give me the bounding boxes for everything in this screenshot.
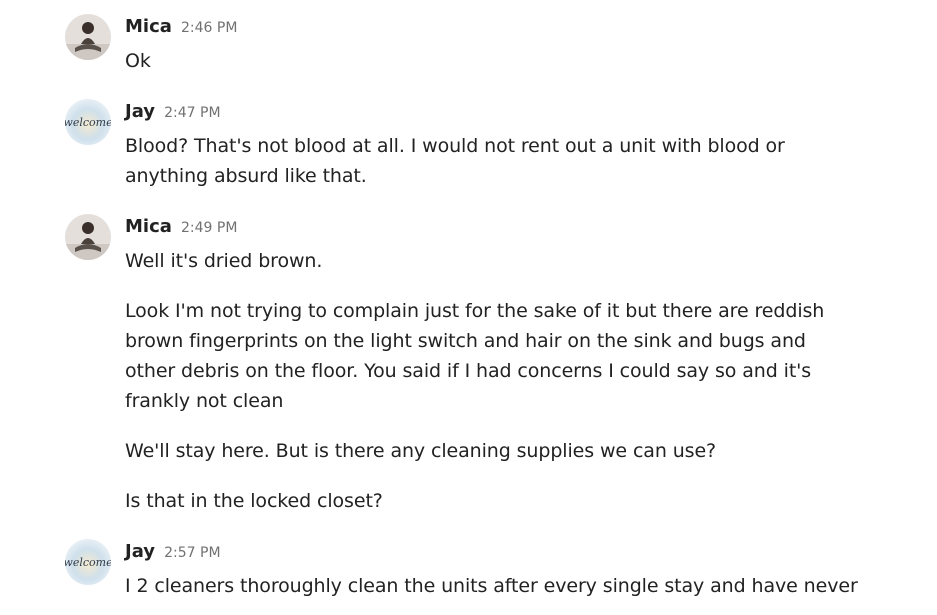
message-body: I 2 cleaners thoroughly clean the units … bbox=[125, 571, 858, 601]
message-thread: Mica 2:46 PM Ok welcome Jay 2:47 PM Bloo… bbox=[0, 0, 937, 615]
message-header: Mica 2:46 PM bbox=[125, 14, 237, 40]
message-text: Ok bbox=[125, 50, 151, 72]
welcome-avatar-icon: welcome bbox=[65, 99, 111, 145]
timestamp: 2:49 PM bbox=[181, 220, 238, 236]
message-header: Jay 2:57 PM bbox=[125, 539, 221, 565]
sender-name[interactable]: Jay bbox=[125, 541, 155, 562]
timestamp: 2:46 PM bbox=[181, 20, 238, 36]
jay-welcome-avatar[interactable]: welcome bbox=[65, 539, 111, 585]
person-avatar-icon bbox=[65, 214, 111, 260]
message-header: Mica 2:49 PM bbox=[125, 214, 237, 240]
message-text: Well it's dried brown. bbox=[125, 250, 323, 272]
sender-name[interactable]: Jay bbox=[125, 101, 155, 122]
message-text: Look I'm not trying to complain just for… bbox=[125, 300, 825, 412]
message-text: I 2 cleaners thoroughly clean the units … bbox=[125, 575, 858, 597]
message-body: Blood? That's not blood at all. I would … bbox=[125, 131, 855, 191]
welcome-avatar-icon: welcome bbox=[65, 539, 111, 585]
avatar-welcome-text: welcome bbox=[65, 116, 111, 129]
message-text: Blood? That's not blood at all. I would … bbox=[125, 135, 785, 187]
message-header: Jay 2:47 PM bbox=[125, 99, 221, 125]
avatar-welcome-text: welcome bbox=[65, 556, 111, 569]
message-body: Well it's dried brown. Look I'm not tryi… bbox=[125, 246, 855, 516]
mica-avatar[interactable] bbox=[65, 214, 111, 260]
person-avatar-icon bbox=[65, 14, 111, 60]
timestamp: 2:57 PM bbox=[164, 545, 221, 561]
jay-welcome-avatar[interactable]: welcome bbox=[65, 99, 111, 145]
message-text: Is that in the locked closet? bbox=[125, 490, 383, 512]
mica-avatar[interactable] bbox=[65, 14, 111, 60]
timestamp: 2:47 PM bbox=[164, 105, 221, 121]
sender-name[interactable]: Mica bbox=[125, 16, 172, 37]
message-body: Ok bbox=[125, 46, 855, 76]
message-text: We'll stay here. But is there any cleani… bbox=[125, 440, 717, 462]
sender-name[interactable]: Mica bbox=[125, 216, 172, 237]
